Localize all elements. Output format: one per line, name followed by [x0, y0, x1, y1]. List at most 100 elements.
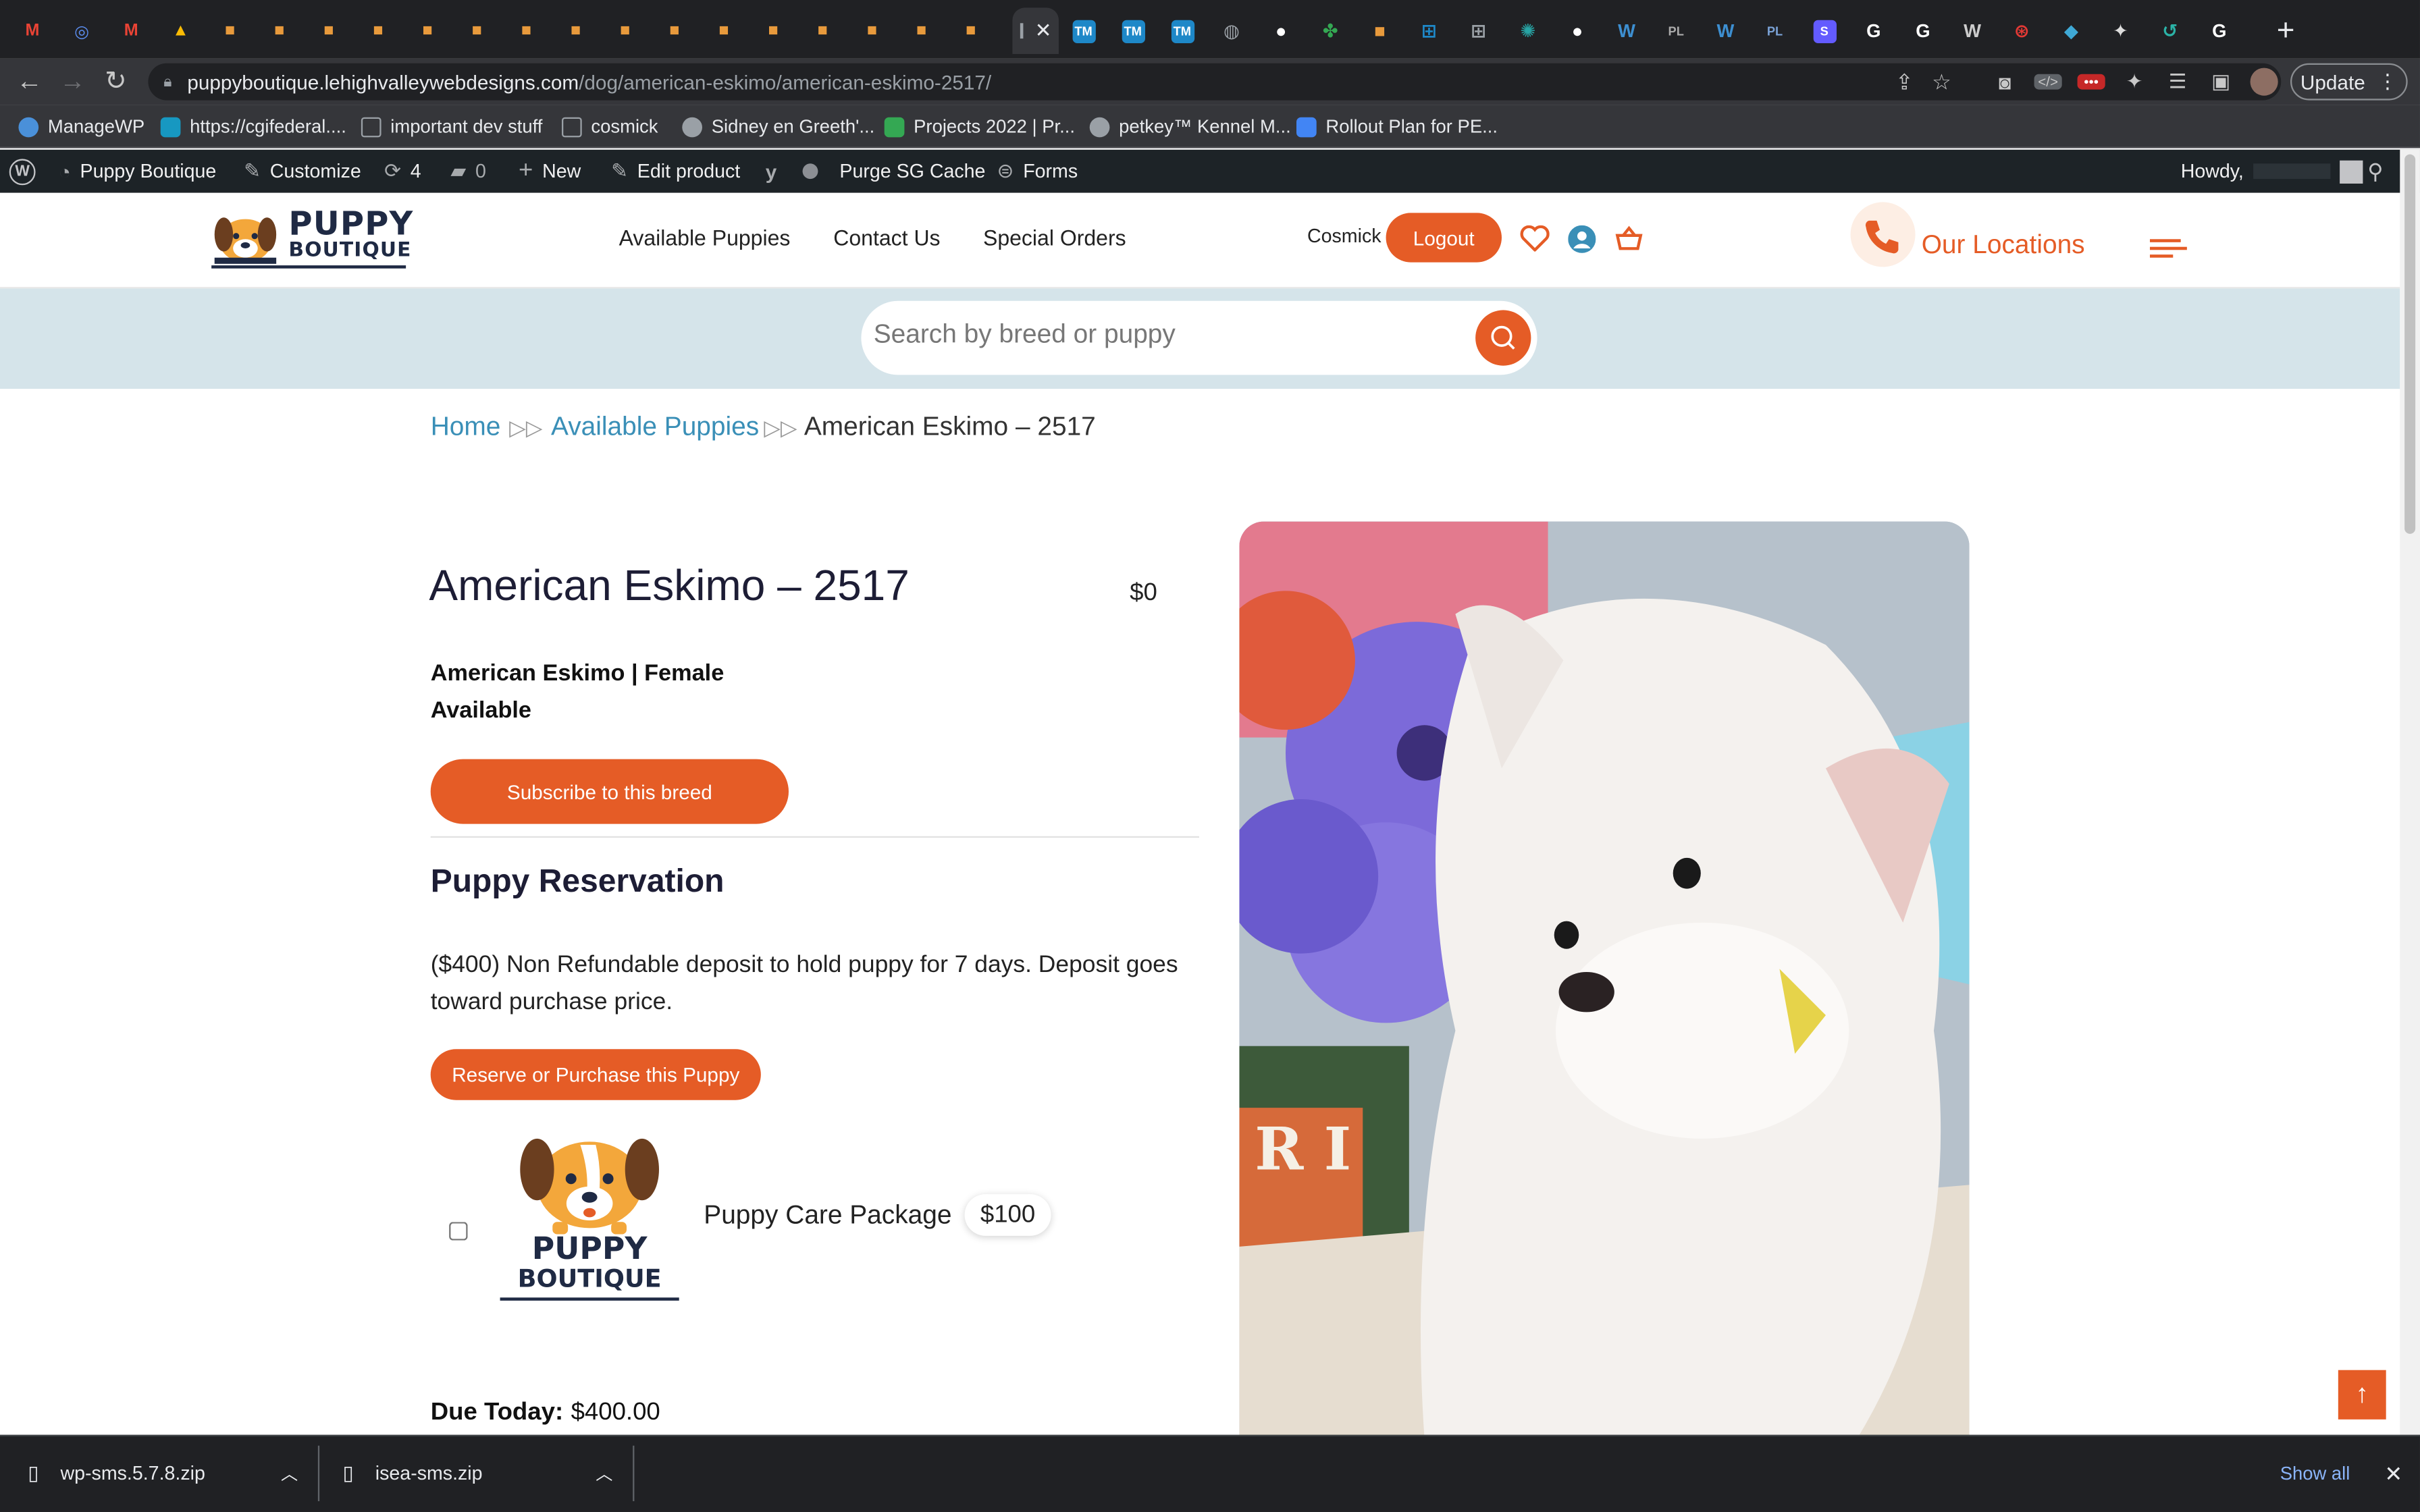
reserve-purchase-button[interactable]: Reserve or Purchase this Puppy — [430, 1049, 761, 1100]
browser-tab[interactable]: ■ — [255, 7, 304, 54]
chevron-up-icon[interactable]: ︿ — [596, 1461, 612, 1486]
breadcrumb-home[interactable]: Home — [431, 412, 501, 443]
browser-tab[interactable]: TM — [1108, 7, 1157, 54]
browser-tab[interactable]: TM — [1059, 7, 1108, 54]
browser-tab[interactable]: ● — [1257, 7, 1306, 54]
bookmark-item[interactable]: Rollout Plan for PE... — [1296, 114, 1498, 139]
puppy-photo[interactable]: R I — [1239, 521, 1970, 1440]
lastpass-extension-icon[interactable]: ••• — [2077, 74, 2105, 90]
browser-tab[interactable]: ■ — [502, 7, 551, 54]
browser-tab[interactable]: ■ — [897, 7, 946, 54]
browser-tab[interactable]: ■ — [403, 7, 452, 54]
phone-icon-circle[interactable] — [1850, 202, 1916, 267]
account-icon[interactable] — [1568, 225, 1596, 253]
bookmark-item[interactable]: cosmick — [561, 114, 658, 139]
browser-tab[interactable]: ■ — [847, 7, 897, 54]
browser-tab[interactable]: W — [1602, 7, 1652, 54]
adminbar-updates[interactable]: ⟳ 4 — [384, 150, 421, 193]
browser-tab[interactable]: ↺ — [2145, 7, 2194, 54]
puppy-boutique-logo[interactable]: PUPPY BOUTIQUE — [211, 207, 413, 269]
nav-available-puppies[interactable]: Available Puppies — [619, 225, 791, 250]
browser-tab[interactable]: PL — [1652, 7, 1701, 54]
browser-tab[interactable]: ■ — [551, 7, 600, 54]
breadcrumb-available[interactable]: Available Puppies — [551, 412, 759, 443]
scrollbar-thumb[interactable] — [2404, 154, 2416, 534]
media-control-icon[interactable]: ☰ — [2164, 70, 2192, 94]
bookmark-item[interactable]: petkey™ Kennel M... — [1089, 114, 1291, 139]
share-icon[interactable]: ⇪ — [1895, 69, 1914, 95]
browser-tab[interactable]: ✤ — [1306, 7, 1355, 54]
browser-tab[interactable]: PL — [1750, 7, 1799, 54]
browser-tab[interactable]: ■ — [205, 7, 255, 54]
download-item-1[interactable]: ▯ wp-sms.5.7.8.zip ︿ — [28, 1435, 318, 1512]
heart-icon[interactable] — [1520, 225, 1550, 252]
subscribe-breed-button[interactable]: Subscribe to this breed — [430, 759, 789, 824]
browser-tab[interactable]: ▲ — [156, 7, 205, 54]
browser-tab[interactable]: M — [7, 7, 57, 54]
browser-tab[interactable]: ◆ — [2047, 7, 2096, 54]
browser-tab[interactable]: G — [1849, 7, 1898, 54]
close-icon[interactable]: ✕ — [1035, 18, 1052, 43]
close-downloads-icon[interactable]: ✕ — [2384, 1435, 2402, 1512]
camera-extension-icon[interactable]: ◙ — [1991, 70, 2019, 93]
our-locations-link[interactable]: Our Locations — [1922, 230, 2085, 261]
bookmark-item[interactable]: ManageWP — [18, 114, 144, 139]
browser-tab[interactable]: ⊛ — [1997, 7, 2047, 54]
care-package-checkbox[interactable] — [449, 1222, 468, 1241]
bookmark-item[interactable]: https://cgifederal.... — [160, 114, 346, 139]
browser-tab[interactable]: ✦ — [2096, 7, 2145, 54]
logout-button[interactable]: Logout — [1386, 213, 1502, 263]
adminbar-comments[interactable]: ▰ 0 — [450, 150, 485, 193]
bookmark-star-icon[interactable]: ☆ — [1932, 69, 1951, 95]
browser-tab[interactable]: ■ — [749, 7, 798, 54]
browser-tab[interactable]: TM — [1157, 7, 1207, 54]
adminbar-purge-cache[interactable]: Purge SG Cache — [839, 150, 985, 193]
back-to-top-button[interactable]: ↑ — [2338, 1370, 2386, 1420]
browser-tab[interactable]: ■ — [699, 7, 748, 54]
browser-tab[interactable]: ■ — [353, 7, 402, 54]
yoast-icon[interactable]: y — [766, 150, 777, 193]
hamburger-menu-icon[interactable] — [2149, 239, 2187, 261]
browser-tab[interactable]: ✺ — [1503, 7, 1552, 54]
search-submit-button[interactable] — [1475, 310, 1531, 366]
browser-tab[interactable]: ■ — [452, 7, 502, 54]
show-all-button[interactable]: Show all — [2263, 1451, 2367, 1497]
reload-icon[interactable]: ↻ — [96, 59, 136, 105]
nav-contact-us[interactable]: Contact Us — [833, 225, 940, 250]
browser-tab[interactable]: ■ — [798, 7, 847, 54]
profile-avatar[interactable] — [2250, 68, 2278, 96]
adminbar-search-icon[interactable]: ⚲ — [2367, 150, 2383, 193]
browser-tab[interactable]: W — [1701, 7, 1750, 54]
browser-tab[interactable]: ⊞ — [1404, 7, 1454, 54]
code-extension-icon[interactable]: </> — [2034, 74, 2062, 90]
download-item-2[interactable]: ▯ isea-sms.zip ︿ — [342, 1435, 633, 1512]
basket-icon[interactable] — [1614, 225, 1643, 252]
browser-tab[interactable]: ■ — [946, 7, 995, 54]
new-tab-plus-icon[interactable]: + — [2261, 7, 2311, 54]
update-button[interactable]: Update ⋮ — [2290, 63, 2408, 101]
browser-tab[interactable]: ⊞ — [1454, 7, 1503, 54]
url-text[interactable]: 🔒︎ puppyboutique.lehighvalleywebdesigns.… — [163, 63, 991, 101]
bookmark-item[interactable]: important dev stuff — [361, 114, 542, 139]
nav-special-orders[interactable]: Special Orders — [983, 225, 1126, 250]
forward-arrow-icon[interactable]: → — [53, 59, 93, 105]
active-tab[interactable]: ✕ — [1012, 7, 1059, 54]
chevron-up-icon[interactable]: ︿ — [281, 1461, 298, 1486]
bookmark-item[interactable]: Projects 2022 | Pr... — [884, 114, 1075, 139]
browser-tab[interactable]: ■ — [1355, 7, 1404, 54]
browser-tab[interactable]: ◍ — [1207, 7, 1256, 54]
adminbar-new[interactable]: + New — [519, 150, 581, 193]
browser-tab[interactable]: W — [1948, 7, 1997, 54]
sidepanel-icon[interactable]: ▣ — [2207, 70, 2235, 94]
browser-tab[interactable]: ■ — [650, 7, 699, 54]
browser-tab[interactable]: ■ — [600, 7, 650, 54]
browser-tab[interactable]: ■ — [304, 7, 353, 54]
adminbar-forms[interactable]: ⊜ Forms — [997, 150, 1078, 193]
browser-tab[interactable]: M — [107, 7, 156, 54]
bookmark-item[interactable]: Sidney en Greeth'... — [682, 114, 874, 139]
puzzle-extensions-icon[interactable]: ✦ — [2121, 70, 2149, 94]
browser-tab[interactable]: ● — [1552, 7, 1602, 54]
browser-tab[interactable]: G — [2194, 7, 2244, 54]
browser-tab[interactable]: ◎ — [57, 7, 107, 54]
browser-tab[interactable]: S — [1799, 7, 1849, 54]
